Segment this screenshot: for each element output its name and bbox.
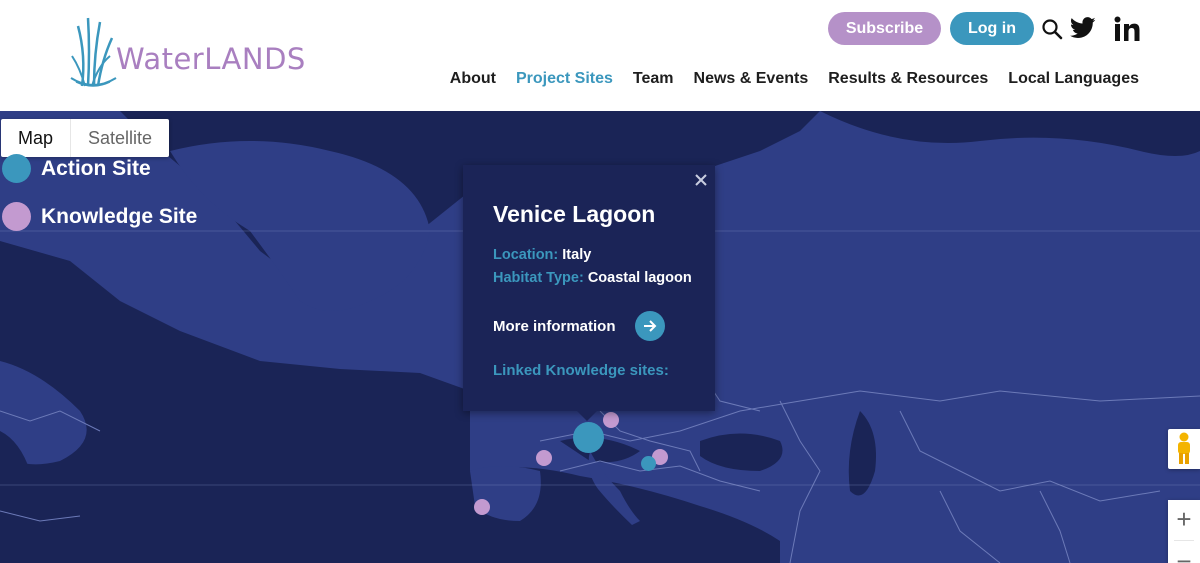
location-value: Italy: [562, 247, 592, 263]
zoom-out-button[interactable]: −: [1168, 542, 1200, 563]
knowledge-site-marker[interactable]: [536, 450, 552, 466]
popup-title: Venice Lagoon: [493, 201, 656, 227]
legend-action-site: Action Site: [2, 154, 151, 183]
legend-label: Action Site: [41, 156, 151, 180]
arrow-right-icon[interactable]: [634, 311, 665, 341]
action-site-dot-icon: [2, 154, 31, 183]
zoom-in-button[interactable]: +: [1168, 500, 1200, 538]
main-nav: About Project Sites Team News & Events R…: [450, 70, 1139, 88]
linkedin-icon[interactable]: [1114, 16, 1140, 42]
map-type-map-button[interactable]: Map: [1, 119, 72, 157]
more-information-label: More information: [493, 317, 616, 335]
legend-label: Knowledge Site: [41, 204, 198, 228]
location-key: Location:: [493, 247, 559, 263]
linked-knowledge-sites-label: Linked Knowledge sites:: [493, 362, 669, 379]
site-info-popup: Venice Lagoon Location: Italy Habitat Ty…: [463, 165, 715, 411]
habitat-key: Habitat Type:: [493, 270, 584, 286]
zoom-control: + −: [1168, 500, 1200, 563]
search-icon[interactable]: [1041, 18, 1063, 40]
nav-results-resources[interactable]: Results & Resources: [828, 70, 988, 88]
more-information-link[interactable]: More information: [493, 311, 665, 341]
knowledge-site-marker[interactable]: [474, 499, 490, 515]
map-type-satellite-button[interactable]: Satellite: [71, 119, 169, 157]
waterlands-logo[interactable]: WaterLANDS: [68, 16, 308, 90]
nav-project-sites[interactable]: Project Sites: [516, 70, 613, 88]
zoom-divider: [1174, 540, 1194, 541]
knowledge-site-dot-icon: [2, 202, 31, 231]
site-header: WaterLANDS Subscribe Log in About Projec…: [0, 0, 1200, 111]
nav-news-events[interactable]: News & Events: [694, 70, 809, 88]
map-type-control: Map Satellite: [1, 119, 170, 157]
nav-about[interactable]: About: [450, 70, 496, 88]
popup-pointer: [576, 410, 598, 421]
action-site-marker[interactable]: [641, 456, 656, 471]
twitter-icon[interactable]: [1070, 16, 1096, 40]
nav-local-languages[interactable]: Local Languages: [1008, 70, 1139, 88]
project-sites-map[interactable]: Map Satellite Action Site Knowledge Site…: [0, 111, 1200, 563]
knowledge-site-marker[interactable]: [603, 412, 619, 428]
login-button[interactable]: Log in: [950, 12, 1034, 45]
popup-habitat: Habitat Type: Coastal lagoon: [493, 270, 692, 286]
habitat-value: Coastal lagoon: [587, 270, 692, 286]
close-icon[interactable]: [693, 172, 709, 188]
popup-location: Location: Italy: [493, 247, 591, 263]
nav-team[interactable]: Team: [633, 70, 674, 88]
logo-wordmark: WaterLANDS: [116, 42, 306, 76]
subscribe-button[interactable]: Subscribe: [828, 12, 941, 45]
street-view-pegman-icon[interactable]: [1168, 429, 1200, 469]
legend-knowledge-site: Knowledge Site: [2, 202, 197, 231]
action-site-marker-venice-lagoon[interactable]: [573, 422, 604, 453]
